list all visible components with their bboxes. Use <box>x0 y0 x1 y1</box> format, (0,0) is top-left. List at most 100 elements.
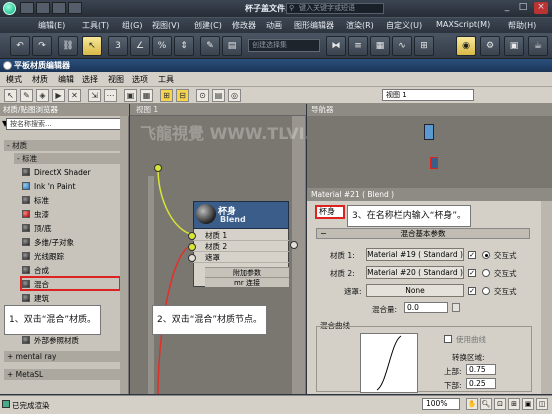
undo-icon[interactable]: ↶ <box>10 36 30 56</box>
align-icon[interactable]: ≡ <box>348 36 368 56</box>
material-item-standard[interactable]: 标准 <box>22 195 122 206</box>
lower-spinner[interactable]: 0.25 <box>466 378 496 389</box>
slate-menu-edit[interactable]: 编辑 <box>58 74 74 85</box>
select-tool-icon[interactable]: ↖ <box>4 89 17 102</box>
menu-customize[interactable]: 自定义(U) <box>386 20 422 31</box>
slate-menu-modes[interactable]: 模式 <box>6 74 22 85</box>
menu-maxscript[interactable]: MAXScript(M) <box>436 20 490 29</box>
rendered-frame-icon[interactable]: ▣ <box>504 36 524 56</box>
category-mental-ray[interactable]: + mental ray <box>4 351 124 362</box>
curve-editor-icon[interactable]: ∿ <box>392 36 412 56</box>
slate-menu-material[interactable]: 材质 <box>32 74 48 85</box>
upper-spinner[interactable]: 0.75 <box>466 364 496 375</box>
named-selection-icon[interactable]: ✎ <box>200 36 220 56</box>
render-setup-icon[interactable]: ⚙ <box>480 36 500 56</box>
category-standard[interactable]: - 标准 <box>14 153 124 164</box>
mix-amount-spinner[interactable]: 0.0 <box>404 302 448 313</box>
slate-menu-tools[interactable]: 工具 <box>158 74 174 85</box>
slate-menu-select[interactable]: 选择 <box>82 74 98 85</box>
navigator-viewport-box[interactable] <box>430 157 438 169</box>
port-dot-material-1[interactable] <box>188 232 196 240</box>
pick-material-icon[interactable]: ✎ <box>20 89 33 102</box>
material-item-ink-paint[interactable]: Ink 'n Paint <box>22 181 122 192</box>
zoom-region-icon[interactable]: ⊡ <box>494 398 506 410</box>
material-item-xref[interactable]: 外部参照材质 <box>22 335 122 346</box>
port-dot-output[interactable] <box>290 241 298 249</box>
node-mr-connection[interactable]: mr 连接 <box>205 277 289 287</box>
delete-icon[interactable]: ✕ <box>68 89 81 102</box>
layer-icon[interactable]: ▦ <box>370 36 390 56</box>
select-object-icon[interactable]: ↖ <box>82 36 102 56</box>
browser-scrollbar[interactable] <box>120 116 128 394</box>
zoom-selected-icon[interactable]: ▣ <box>522 398 534 410</box>
selection-set-dropdown[interactable]: 创建选择集 <box>248 39 320 52</box>
menu-modifiers[interactable]: 修改器 <box>232 20 256 31</box>
show-map-icon[interactable]: ▣ <box>124 89 137 102</box>
material-item-directx[interactable]: DirectX Shader <box>22 167 122 178</box>
port-mask[interactable]: 遮罩 <box>193 252 289 263</box>
port-dot-material-2[interactable] <box>188 243 196 251</box>
snap-3d-icon[interactable]: 3 <box>108 36 128 56</box>
put-to-scene-icon[interactable]: ◈ <box>36 89 49 102</box>
search-input[interactable]: 键入关键字或短语 <box>286 3 384 14</box>
material-item-composite[interactable]: 合成 <box>22 265 122 276</box>
category-materials[interactable]: - 材质 <box>4 140 124 151</box>
material-item-shellac[interactable]: 虫漆 <box>22 209 122 220</box>
material-1-button[interactable]: Material #19 ( Standard ) <box>366 248 464 261</box>
percent-snap-icon[interactable]: % <box>152 36 172 56</box>
redo-icon[interactable]: ↷ <box>32 36 52 56</box>
material-1-checkbox[interactable]: ✓ <box>468 251 476 259</box>
material-2-button[interactable]: Material #20 ( Standard ) <box>366 266 464 279</box>
material-map-navigator-icon[interactable]: ⊙ <box>196 89 209 102</box>
port-material-1[interactable]: 材质 1 <box>193 230 289 241</box>
link-icon[interactable]: ⛓ <box>58 36 78 56</box>
layout-all-icon[interactable]: ⊞ <box>160 89 173 102</box>
close-icon[interactable]: × <box>534 2 548 14</box>
menu-animation[interactable]: 动画 <box>266 20 282 31</box>
port-dot-mask[interactable] <box>188 254 196 262</box>
move-children-icon[interactable]: ⇲ <box>88 89 101 102</box>
render-production-icon[interactable]: ☕ <box>528 36 548 56</box>
assign-material-icon[interactable]: ▶ <box>52 89 65 102</box>
zoom-dropdown[interactable]: 100% <box>422 398 460 410</box>
node-extra-params[interactable]: 附加参数 <box>205 267 289 277</box>
menu-edit[interactable]: 编辑(E) <box>38 20 65 31</box>
hide-unused-icon[interactable]: ⋯ <box>104 89 117 102</box>
toggle-icon[interactable]: ◫ <box>536 398 548 410</box>
material-item-raytrace[interactable]: 光线跟踪 <box>22 251 122 262</box>
menu-tools[interactable]: 工具(T) <box>82 20 109 31</box>
angle-snap-icon[interactable]: ∠ <box>130 36 150 56</box>
pan-icon[interactable]: ✋ <box>466 398 478 410</box>
material-1-interactive-radio[interactable] <box>482 251 490 259</box>
slate-menu-options[interactable]: 选项 <box>132 74 148 85</box>
select-by-material-icon[interactable]: ◎ <box>228 89 241 102</box>
menu-help[interactable]: 帮助(H) <box>508 20 536 31</box>
minimize-icon[interactable]: _ <box>500 2 514 14</box>
schematic-icon[interactable]: ⊞ <box>414 36 434 56</box>
mirror-icon[interactable]: ⧓ <box>326 36 346 56</box>
menu-create[interactable]: 创建(C) <box>194 20 222 31</box>
material-item-multi-sub[interactable]: 多维/子对象 <box>22 237 122 248</box>
show-background-icon[interactable]: ▦ <box>140 89 153 102</box>
mask-button[interactable]: None <box>366 284 464 297</box>
use-curve-checkbox[interactable] <box>444 335 452 343</box>
slate-menu-view[interactable]: 视图 <box>108 74 124 85</box>
zoom-icon[interactable]: 🔍︎ <box>480 398 492 410</box>
browser-search-input[interactable]: 按名称搜索... <box>6 118 123 130</box>
view-dropdown[interactable]: 视图 1 <box>382 89 474 101</box>
menu-views[interactable]: 视图(V) <box>152 20 180 31</box>
layout-children-icon[interactable]: ⊟ <box>176 89 189 102</box>
parameter-editor-icon[interactable]: ▤ <box>212 89 225 102</box>
menu-rendering[interactable]: 渲染(R) <box>346 20 374 31</box>
port-material-2[interactable]: 材质 2 <box>193 241 289 252</box>
material-2-checkbox[interactable]: ✓ <box>468 269 476 277</box>
zoom-extents-icon[interactable]: ⊞ <box>508 398 520 410</box>
material-item-top-bottom[interactable]: 顶/底 <box>22 223 122 234</box>
mask-interactive-radio[interactable] <box>482 287 490 295</box>
mask-checkbox[interactable]: ✓ <box>468 287 476 295</box>
category-metasl[interactable]: + MetaSL <box>4 369 124 380</box>
material-2-interactive-radio[interactable] <box>482 269 490 277</box>
material-item-architectural[interactable]: 建筑 <box>22 293 122 304</box>
mix-amount-map-button[interactable] <box>452 303 460 312</box>
maximize-icon[interactable]: □ <box>516 2 530 14</box>
